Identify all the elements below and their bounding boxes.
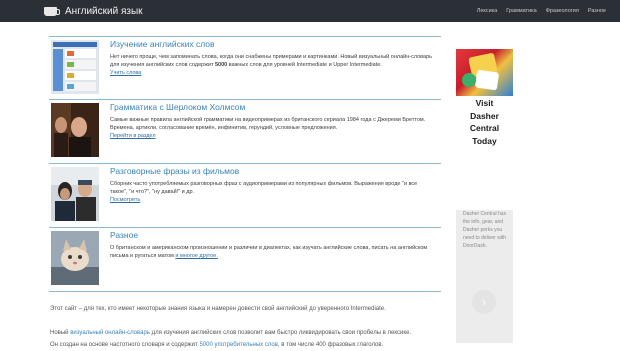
intro-paragraph-3: Он создан на основе частотного словаря и…	[50, 339, 442, 351]
ad-headline-line: Central	[469, 123, 500, 133]
intro-paragraph-2: Новый визуальный онлайн-словарь для изуч…	[50, 327, 442, 339]
item-title[interactable]: Грамматика с Шерлоком Холмсом	[110, 102, 245, 112]
chevron-right-icon: ›	[482, 295, 486, 309]
learn-words-link[interactable]: Учить слова	[110, 70, 141, 76]
movie-thumbnail[interactable]	[51, 167, 99, 221]
item-description: Самые важные правила английской граммати…	[110, 116, 436, 140]
item-description-bold: 5000	[215, 62, 228, 68]
cat-thumbnail[interactable]	[51, 231, 99, 285]
view-link[interactable]: Посмотреть	[110, 197, 140, 203]
intro-text: Этот сайт – для тех, кто имеет некоторые…	[50, 303, 442, 351]
nav-link-misc[interactable]: Разное	[588, 8, 606, 14]
nav-link-phraseology[interactable]: Фразеология	[546, 8, 579, 14]
cup-icon	[44, 6, 60, 16]
item-description-text-end: важных слов для уровней Intermediate и U…	[227, 62, 382, 68]
intro-paragraph-1: Этот сайт – для тех, кто имеет некоторые…	[50, 306, 386, 312]
top-navbar: Английский язык Лексика Грамматика Фразе…	[0, 0, 620, 22]
nav-link-grammar[interactable]: Грамматика	[506, 8, 536, 14]
item-title[interactable]: Разговорные фразы из фильмов	[110, 166, 239, 176]
go-to-section-link[interactable]: Перейти в раздел	[110, 133, 156, 139]
advertisement-banner[interactable]: ▷✕ Visit Dasher Central Today Dasher Cen…	[456, 49, 513, 343]
item-title[interactable]: Разное	[110, 230, 138, 240]
nav-link-lexicon[interactable]: Лексика	[477, 8, 498, 14]
ad-headline-line: Visit	[475, 98, 494, 108]
ad-next-button[interactable]: ›	[472, 290, 496, 314]
item-description: О британском и американском произношении…	[110, 244, 436, 260]
ad-headline[interactable]: Visit Dasher Central Today	[458, 97, 511, 147]
list-item-grammar: Грамматика с Шерлоком Холмсом Самые важн…	[49, 100, 441, 164]
sherlock-thumbnail[interactable]	[51, 103, 99, 157]
item-description-text: О британском и американском произношении…	[110, 245, 428, 259]
item-description: Нет ничего проще, чем запоминать слова, …	[110, 53, 436, 77]
item-title[interactable]: Изучение английских слов	[110, 39, 215, 49]
ad-body-text: Dasher Central has the info, gear, and D…	[463, 211, 507, 249]
list-item-words: Изучение английских слов Нет ничего прощ…	[49, 36, 441, 100]
intro-text-segment: Новый	[50, 330, 71, 336]
ad-headline-line: Today	[472, 135, 497, 146]
brand-title[interactable]: Английский язык	[65, 6, 143, 17]
intro-text-segment: для изучения английских слов позволит ва…	[149, 330, 412, 336]
ad-image[interactable]: ▷✕	[456, 49, 513, 96]
ad-headline-line: Dasher	[470, 110, 499, 121]
list-item-misc: Разное О британском и американском произ…	[49, 228, 441, 292]
item-description-text: Самые важные правила английской граммати…	[110, 117, 426, 131]
item-description-text: Сборник часто употребляемых разговорных …	[110, 181, 418, 195]
dictionary-screenshot-thumbnail[interactable]	[51, 40, 99, 94]
item-description: Сборник часто употребляемых разговорных …	[110, 180, 436, 204]
nav-links: Лексика Грамматика Фразеология Разное	[477, 0, 606, 22]
ad-choices-icon[interactable]: ▷✕	[505, 50, 511, 55]
more-link[interactable]: и многое другое.	[175, 253, 218, 259]
brand[interactable]: Английский язык	[44, 6, 143, 17]
list-item-phrases: Разговорные фразы из фильмов Сборник час…	[49, 164, 441, 228]
visual-dictionary-link[interactable]: визуальный онлайн-словарь	[70, 330, 150, 336]
section-list: Изучение английских слов Нет ничего прощ…	[49, 36, 441, 292]
